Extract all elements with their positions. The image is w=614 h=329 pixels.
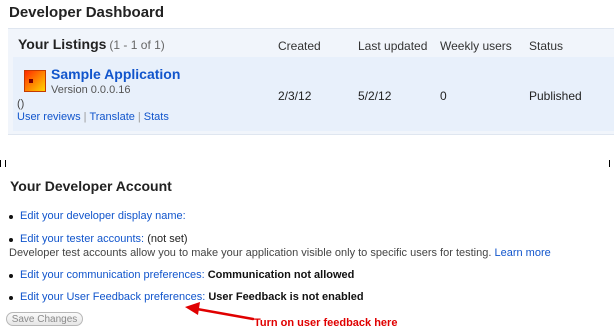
created-value: 2/3/12 xyxy=(278,89,312,103)
list-item: Edit your communication preferences: Com… xyxy=(9,269,354,281)
column-status: Status xyxy=(529,39,564,53)
listings-count: (1 - 1 of 1) xyxy=(109,38,165,52)
user-reviews-link[interactable]: User reviews xyxy=(17,111,81,123)
listings-title: Your Listings (1 - 1 of 1) xyxy=(18,36,165,52)
status-value: Published xyxy=(529,89,582,103)
last-updated-value: 5/2/12 xyxy=(358,89,392,103)
app-parens: () xyxy=(17,98,25,110)
bullet xyxy=(9,296,13,300)
bullet xyxy=(9,274,13,278)
annotation-text: Turn on user feedback here xyxy=(254,317,398,329)
app-version: Version 0.0.0.16 xyxy=(51,84,131,96)
learn-more-link[interactable]: Learn more xyxy=(494,247,550,259)
listings-title-text: Your Listings xyxy=(18,36,107,52)
tester-description: Developer test accounts allow you to mak… xyxy=(9,247,551,259)
list-item: Edit your developer display name: xyxy=(9,210,186,222)
tester-description-text: Developer test accounts allow you to mak… xyxy=(9,247,492,259)
edit-tester-accounts-link[interactable]: Edit your tester accounts: xyxy=(20,233,144,245)
page-title: Developer Dashboard xyxy=(9,4,165,21)
column-last-updated: Last updated xyxy=(358,39,428,53)
bullet xyxy=(9,238,13,242)
bullet xyxy=(9,215,13,219)
tester-accounts-value: (not set) xyxy=(147,233,188,245)
listings-panel: Your Listings (1 - 1 of 1) Created Last u… xyxy=(8,28,614,135)
listing-row: Sample Application Version 0.0.0.16 () U… xyxy=(13,57,614,131)
app-links: User reviews | Translate | Stats xyxy=(17,111,169,123)
separator: | xyxy=(137,111,141,123)
separator: | xyxy=(83,111,87,123)
communication-status: Communication not allowed xyxy=(207,269,355,281)
save-changes-button[interactable]: Save Changes xyxy=(6,312,83,326)
translate-link[interactable]: Translate xyxy=(89,111,134,123)
edit-user-feedback-preferences-link[interactable]: Edit your User Feedback preferences: xyxy=(20,291,205,303)
stats-link[interactable]: Stats xyxy=(144,111,169,123)
resize-marker-right xyxy=(609,160,614,167)
column-created: Created xyxy=(278,39,321,53)
edit-communication-preferences-link[interactable]: Edit your communication preferences: xyxy=(20,269,205,281)
account-title: Your Developer Account xyxy=(10,178,172,194)
column-weekly-users: Weekly users xyxy=(440,39,512,53)
app-name-link[interactable]: Sample Application xyxy=(51,66,180,82)
app-icon xyxy=(24,70,46,92)
weekly-users-value: 0 xyxy=(440,89,447,103)
list-item: Edit your tester accounts: (not set) Dev… xyxy=(9,233,551,259)
resize-marker-left xyxy=(0,160,6,167)
red-arrow-icon xyxy=(185,302,255,321)
edit-display-name-link[interactable]: Edit your developer display name: xyxy=(20,210,186,222)
